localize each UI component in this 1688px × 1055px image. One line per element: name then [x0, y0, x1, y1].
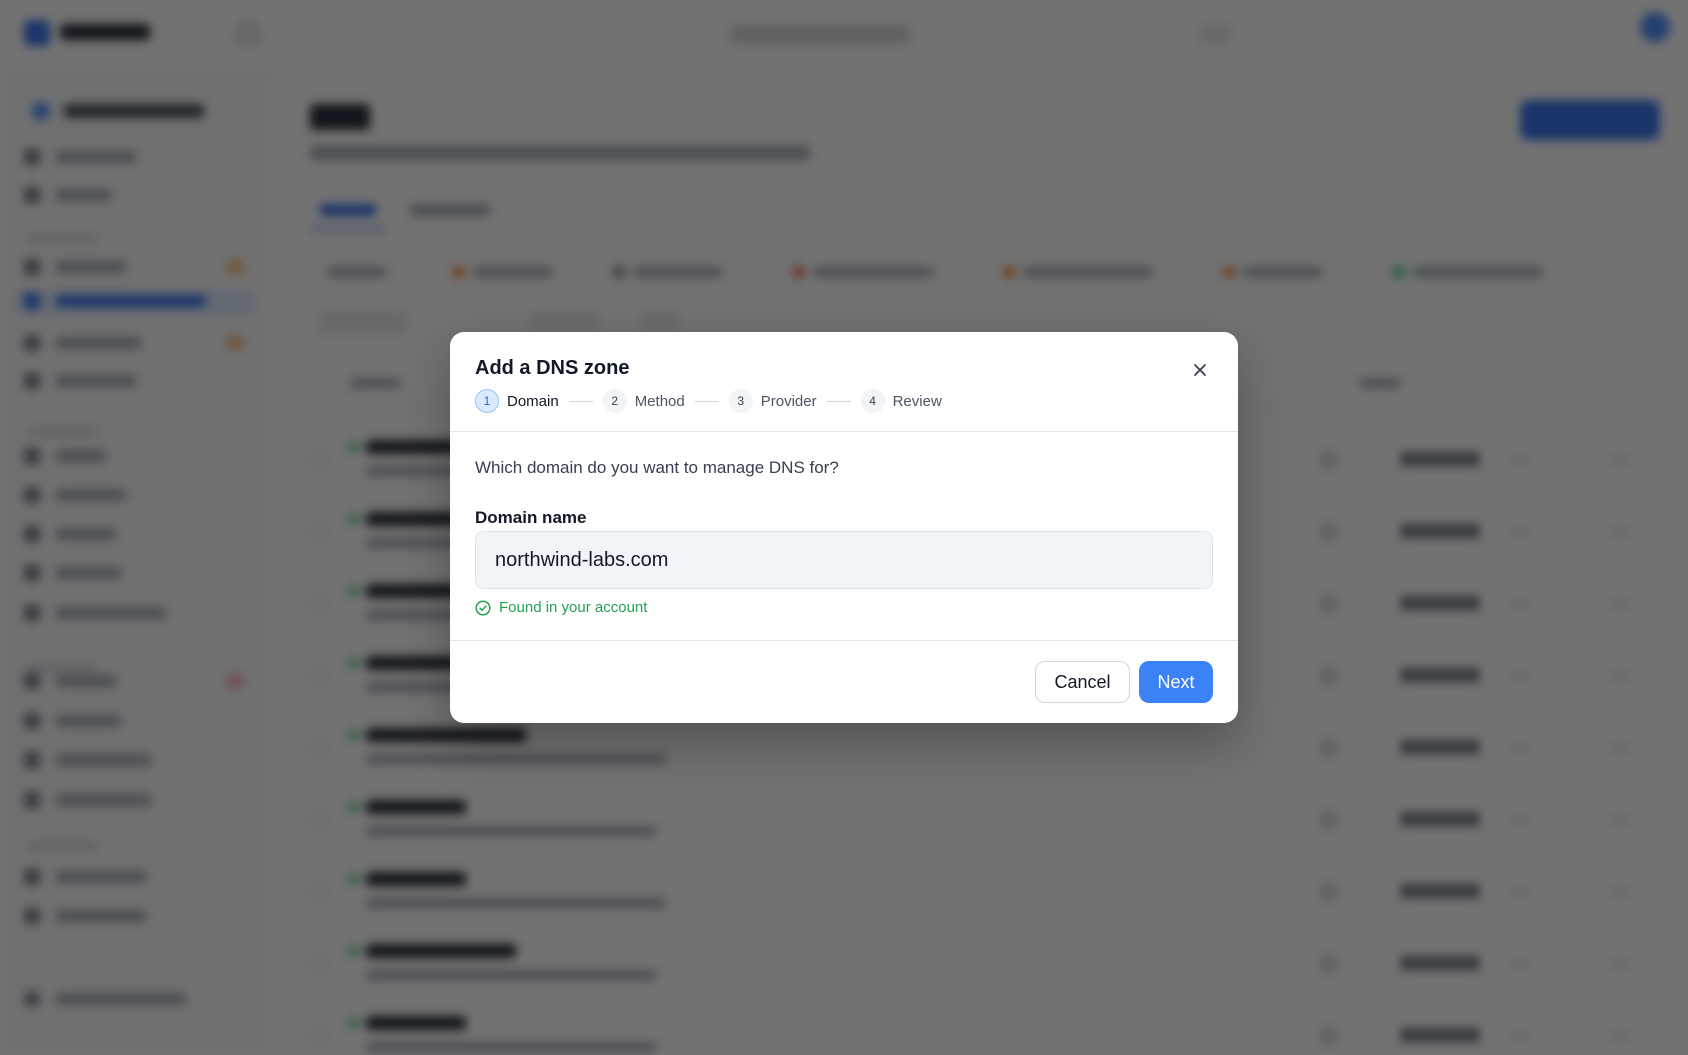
close-button[interactable]: [1188, 358, 1212, 382]
step-separator: [694, 400, 719, 402]
dialog-body: Which domain do you want to manage DNS f…: [450, 433, 1238, 631]
next-button[interactable]: Next: [1139, 661, 1213, 703]
step-label: Domain: [507, 392, 559, 410]
check-circle-icon: [475, 599, 491, 616]
add-dns-zone-dialog: Add a DNS zone 1 Domain 2 Method 3 Provi…: [450, 332, 1238, 723]
step-provider: 3 Provider: [728, 389, 817, 413]
step-label: Review: [892, 392, 942, 410]
step-label: Method: [634, 392, 685, 410]
step-separator: [826, 400, 851, 402]
close-icon: [1194, 364, 1206, 376]
cancel-button[interactable]: Cancel: [1035, 661, 1130, 703]
step-separator: [568, 400, 593, 402]
step-number: 1: [475, 389, 499, 413]
step-method: 2 Method: [602, 389, 685, 413]
step-review: 4 Review: [860, 389, 942, 413]
dialog-footer: Cancel Next: [450, 640, 1238, 723]
step-number: 3: [728, 389, 753, 413]
domain-name-input[interactable]: [475, 531, 1213, 589]
dialog-header: Add a DNS zone 1 Domain 2 Method 3 Provi…: [450, 332, 1238, 432]
domain-name-label: Domain name: [475, 508, 587, 527]
dialog-question: Which domain do you want to manage DNS f…: [475, 458, 839, 477]
step-number: 2: [602, 389, 627, 413]
step-number: 4: [860, 389, 885, 413]
wizard-stepper: 1 Domain 2 Method 3 Provider 4 Review: [475, 388, 942, 414]
step-label: Provider: [760, 392, 817, 410]
step-domain: 1 Domain: [475, 389, 559, 413]
dialog-title: Add a DNS zone: [475, 357, 630, 379]
domain-status-text: Found in your account: [499, 599, 648, 616]
domain-status: Found in your account: [475, 599, 647, 616]
